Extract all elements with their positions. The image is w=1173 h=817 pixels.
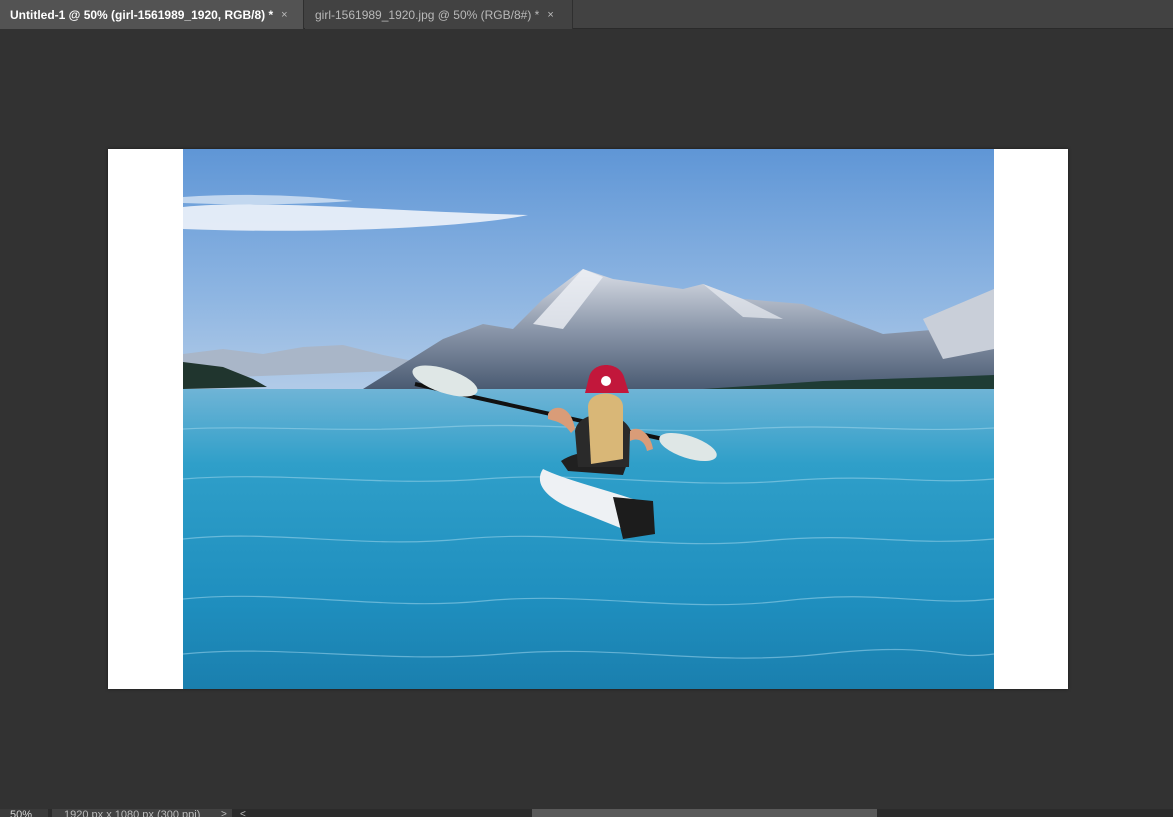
close-icon[interactable]: ×: [281, 9, 287, 21]
document-canvas[interactable]: [108, 149, 1068, 689]
tab-label: girl-1561989_1920.jpg @ 50% (RGB/8#) *: [315, 7, 540, 22]
status-bar: 50% 1920 px x 1080 px (300 ppi) > <: [0, 809, 1173, 817]
photo-image: [183, 149, 994, 689]
tab-girl-jpg[interactable]: girl-1561989_1920.jpg @ 50% (RGB/8#) * ×: [305, 0, 573, 29]
document-tab-bar: Untitled-1 @ 50% (girl-1561989_1920, RGB…: [0, 0, 1173, 29]
chevron-left-icon[interactable]: <: [240, 809, 246, 817]
kayak-photo-layer[interactable]: [183, 149, 994, 689]
tab-untitled-1[interactable]: Untitled-1 @ 50% (girl-1561989_1920, RGB…: [0, 0, 304, 29]
zoom-level[interactable]: 50%: [0, 809, 48, 817]
chevron-right-icon[interactable]: >: [221, 809, 227, 817]
document-size-info[interactable]: 1920 px x 1080 px (300 ppi): [52, 809, 232, 817]
close-icon[interactable]: ×: [547, 9, 553, 21]
tab-label: Untitled-1 @ 50% (girl-1561989_1920, RGB…: [10, 7, 274, 22]
horizontal-scrollbar-thumb[interactable]: [532, 809, 877, 817]
